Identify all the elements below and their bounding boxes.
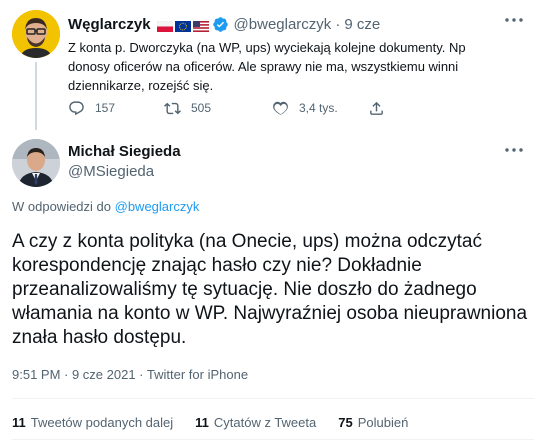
stat-label: Tweetów podanych dalej <box>30 415 174 430</box>
eu-flag-icon <box>174 19 191 32</box>
retweet-button[interactable]: 505 <box>164 100 272 117</box>
main-tweet-text: A czy z konta polityka (na Onecie, ups) … <box>12 231 528 348</box>
likes-stat[interactable]: 75 Polubień <box>338 415 408 430</box>
parent-tweet-actions: 157 505 3,4 tys. <box>68 98 395 118</box>
share-icon <box>370 101 383 115</box>
verified-badge-icon <box>212 16 229 33</box>
retweet-count: 505 <box>191 101 212 115</box>
parent-tweet-header: Węglarczyk @bweglarczyk · 9 cze <box>68 14 380 34</box>
reply-handle-link[interactable]: @bweglarczyk <box>115 199 200 214</box>
quotes-stat[interactable]: 11 Cytatów z Tweeta <box>195 415 316 430</box>
like-button[interactable]: 3,4 tys. <box>272 100 368 117</box>
heart-icon <box>273 101 288 115</box>
reply-button[interactable]: 157 <box>68 100 164 117</box>
retweet-icon <box>164 102 181 114</box>
stat-count: 11 <box>195 415 209 430</box>
reply-icon <box>69 100 84 115</box>
divider <box>12 398 534 399</box>
separator-dot: · <box>335 15 341 33</box>
thread-line <box>35 62 37 130</box>
more-icon[interactable] <box>502 140 526 160</box>
share-button[interactable] <box>368 100 395 117</box>
reply-count: 157 <box>95 101 116 115</box>
us-flag-icon <box>192 19 209 32</box>
stat-label: Polubień <box>357 415 409 430</box>
like-count: 3,4 tys. <box>299 101 338 115</box>
avatar[interactable] <box>12 10 60 58</box>
tweet-metadata[interactable]: 9:51 PM · 9 cze 2021 · Twitter for iPhon… <box>12 367 248 382</box>
parent-tweet[interactable]: Węglarczyk @bweglarczyk · 9 cze Z konta … <box>0 0 546 130</box>
parent-tweet-text: Z konta p. Dworczyka (na WP, ups) wyciek… <box>68 40 466 93</box>
stat-label: Cytatów z Tweeta <box>213 415 317 430</box>
stat-count: 11 <box>12 415 26 430</box>
author-name[interactable]: Węglarczyk <box>68 16 151 33</box>
tweet-time[interactable]: 9 cze <box>344 16 380 33</box>
author-flags <box>156 19 209 32</box>
avatar[interactable] <box>12 139 60 187</box>
reply-context: W odpowiedzi do @bweglarczyk <box>12 199 199 214</box>
author-handle[interactable]: @MSiegieda <box>68 163 154 180</box>
reply-prefix: W odpowiedzi do <box>12 199 115 214</box>
tweet-stats: 11 Tweetów podanych dalej 11 Cytatów z Twe… <box>12 415 430 430</box>
author-handle[interactable]: @bweglarczyk <box>234 16 332 33</box>
retweets-stat[interactable]: 11 Tweetów podanych dalej <box>12 415 173 430</box>
author-name[interactable]: Michał Siegieda <box>68 143 181 160</box>
more-icon[interactable] <box>502 10 526 30</box>
stat-count: 75 <box>338 415 353 430</box>
poland-flag-icon <box>156 19 173 32</box>
